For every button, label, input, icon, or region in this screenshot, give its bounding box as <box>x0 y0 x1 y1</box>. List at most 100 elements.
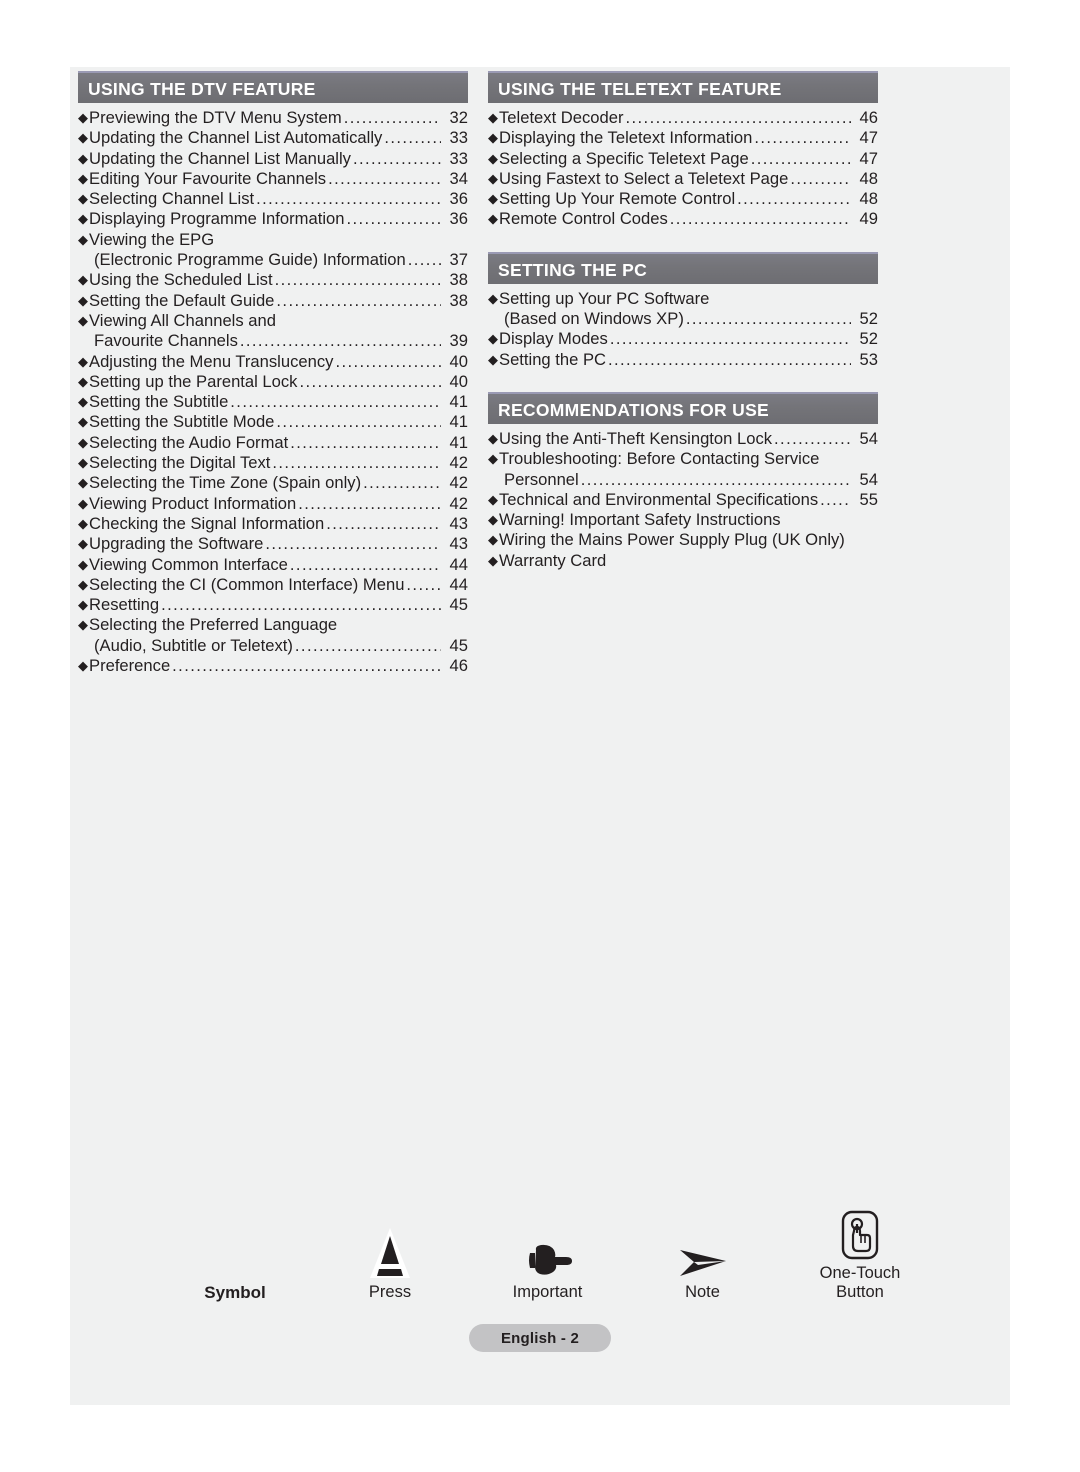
diamond-bullet-icon: ◆ <box>488 451 498 467</box>
toc-entry-title-cont: Favourite Channels <box>94 331 238 351</box>
toc-entry[interactable]: ◆Selecting the Preferred Language 45 (Audi… <box>78 615 468 656</box>
toc-entry[interactable]: ◆Setting up the Parental Lock 40 <box>78 372 468 392</box>
toc-entry-page: 43 <box>449 513 468 533</box>
toc-entry[interactable]: ◆Displaying Programme Information 36 <box>78 209 468 229</box>
toc-entry-title: Setting up the Parental Lock <box>89 371 298 391</box>
toc-entry[interactable]: ◆Editing Your Favourite Channels 34 <box>78 169 468 189</box>
toc-entry[interactable]: ◆Using the Scheduled List 38 <box>78 270 468 290</box>
toc-entry[interactable]: ◆Setting the Subtitle 41 <box>78 392 468 412</box>
press-triangle-icon <box>370 1228 410 1278</box>
toc-entry-page: 47 <box>859 128 878 148</box>
toc-entry[interactable]: ◆Resetting 45 <box>78 595 468 615</box>
toc-entry-page: 39 <box>449 331 468 351</box>
toc-entry-title: Using the Scheduled List <box>89 270 273 290</box>
toc-entry[interactable]: ◆Previewing the DTV Menu System 32 <box>78 108 468 128</box>
legend-icon-slot <box>780 1205 940 1261</box>
legend-cell: Important <box>470 1224 625 1302</box>
toc-entry-title: Editing Your Favourite Channels <box>89 168 327 188</box>
toc-entry[interactable]: ◆ Technical and Environmental Specificati… <box>488 490 878 510</box>
toc-entry[interactable]: ◆Using the Anti-Theft Kensington Lock 54 <box>488 429 878 449</box>
toc-entry-page: 46 <box>449 656 468 676</box>
toc-entry[interactable]: ◆Adjusting the Menu Translucency 40 <box>78 352 468 372</box>
diamond-bullet-icon: ◆ <box>488 331 498 347</box>
toc-entry[interactable]: ◆Setting the PC 53 <box>488 350 878 370</box>
toc-entry[interactable]: ◆Selecting the Time Zone (Spain only) 42 <box>78 473 468 493</box>
dot-leader <box>299 372 441 392</box>
toc-entry-title: Selecting the Time Zone (Spain only) <box>89 473 362 493</box>
legend-label: Symbol <box>204 1283 266 1302</box>
toc-entry[interactable]: ◆Selecting Channel List 36 <box>78 189 468 209</box>
toc-entry[interactable]: ◆Preference 46 <box>78 656 468 676</box>
toc-entry-page: 33 <box>449 148 468 168</box>
toc-entry-title: Display Modes <box>499 329 608 349</box>
toc-entry-page: 40 <box>449 351 468 371</box>
diamond-bullet-icon: ◆ <box>78 394 88 410</box>
diamond-bullet-icon: ◆ <box>488 150 498 166</box>
legend-label-line2: Button <box>836 1283 884 1301</box>
toc-entry-title: Setting the PC <box>499 349 607 369</box>
diamond-bullet-icon: ◆ <box>78 434 88 450</box>
toc-entry[interactable]: ◆Viewing the EPG 37 (Electronic Programme … <box>78 230 468 271</box>
toc-entry-page: 52 <box>859 309 878 329</box>
toc-list: ◆Setting up Your PC Software52(Based on … <box>488 289 878 370</box>
toc-entry-page: 47 <box>859 148 878 168</box>
toc-entry[interactable]: ◆Selecting the Digital Text 42 <box>78 453 468 473</box>
toc-entry-title: Checking the Signal Information <box>89 513 325 533</box>
toc-list: ◆Previewing the DTV Menu System32◆Updati… <box>78 108 468 676</box>
toc-entry[interactable]: ◆Setting the Default Guide 38 <box>78 291 468 311</box>
toc-entry[interactable]: ◆Display Modes 52 <box>488 329 878 349</box>
diamond-bullet-icon: ◆ <box>78 455 88 471</box>
toc-entry[interactable]: ◆ Updating the Channel List Automatically… <box>78 128 468 148</box>
dot-leader <box>275 270 441 290</box>
dot-leader <box>737 189 851 209</box>
diamond-bullet-icon: ◆ <box>488 170 498 186</box>
diamond-bullet-icon: ◆ <box>488 191 498 207</box>
dot-leader <box>406 575 441 595</box>
toc-entry-title: Previewing the DTV Menu System <box>89 108 342 127</box>
toc-entry-title: Teletext Decoder <box>499 108 624 127</box>
toc-entry-page: 53 <box>859 349 878 369</box>
toc-entry[interactable]: ◆ Using Fastext to Select a Teletext Page… <box>488 169 878 189</box>
toc-entry[interactable]: ◆Viewing Product Information 42 <box>78 494 468 514</box>
toc-entry-title: Updating the Channel List Manually <box>89 148 351 168</box>
toc-entry[interactable]: ◆Viewing Common Interface 44 <box>78 555 468 575</box>
toc-entry[interactable]: ◆ Warning! Important Safety Instructions <box>488 510 878 530</box>
toc-entry[interactable]: ◆Checking the Signal Information 43 <box>78 514 468 534</box>
toc-entry[interactable]: ◆Teletext Decoder 46 <box>488 108 878 128</box>
toc-entry[interactable]: ◆ Troubleshooting: Before Contacting Serv… <box>488 449 878 490</box>
diamond-bullet-icon: ◆ <box>78 597 88 613</box>
dot-leader <box>751 149 851 169</box>
toc-entry-title: Viewing All Channels and <box>89 310 276 330</box>
diamond-bullet-icon: ◆ <box>488 290 498 306</box>
dot-leader <box>774 429 851 449</box>
symbol-legend: Symbol Press Important Note One-Touch Button <box>160 1205 950 1302</box>
toc-entry[interactable]: ◆Selecting the Audio Format 41 <box>78 433 468 453</box>
toc-entry[interactable]: ◆Displaying the Teletext Information 47 <box>488 128 878 148</box>
toc-entry[interactable]: ◆Setting up Your PC Software 52 (Based on … <box>488 289 878 330</box>
dot-leader <box>344 108 441 128</box>
dot-leader <box>608 350 851 370</box>
diamond-bullet-icon: ◆ <box>488 491 498 507</box>
toc-entry[interactable]: ◆Setting the Subtitle Mode 41 <box>78 412 468 432</box>
toc-entry-title: Resetting <box>89 595 160 615</box>
toc-entry[interactable]: ◆Remote Control Codes 49 <box>488 209 878 229</box>
dot-leader <box>290 433 441 453</box>
toc-entry[interactable]: ◆ Wiring the Mains Power Supply Plug (UK … <box>488 530 878 550</box>
toc-entry[interactable]: ◆Setting Up Your Remote Control 48 <box>488 189 878 209</box>
toc-entry-title: Wiring the Mains Power Supply Plug (UK O… <box>499 530 845 550</box>
toc-entry[interactable]: ◆Viewing All Channels and 39 Favourite Cha… <box>78 311 468 352</box>
legend-cell: One-Touch Button <box>780 1205 940 1302</box>
toc-entry-page: 42 <box>449 453 468 473</box>
toc-entry[interactable]: ◆ Warranty Card <box>488 551 878 571</box>
toc-entry[interactable]: ◆ Selecting the CI (Common Interface) Men… <box>78 575 468 595</box>
toc-entry[interactable]: ◆Updating the Channel List Manually 33 <box>78 149 468 169</box>
toc-entry[interactable]: ◆Upgrading the Software 43 <box>78 534 468 554</box>
toc-entry-page: 42 <box>449 473 468 493</box>
toc-entry-title: Warranty Card <box>499 550 607 570</box>
diamond-bullet-icon: ◆ <box>78 617 88 633</box>
dot-leader <box>581 470 851 490</box>
toc-entry-page: 54 <box>859 469 878 489</box>
toc-entry[interactable]: ◆Selecting a Specific Teletext Page 47 <box>488 149 878 169</box>
legend-icon-slot <box>625 1224 780 1280</box>
toc-entry-title: Setting Up Your Remote Control <box>499 189 736 209</box>
